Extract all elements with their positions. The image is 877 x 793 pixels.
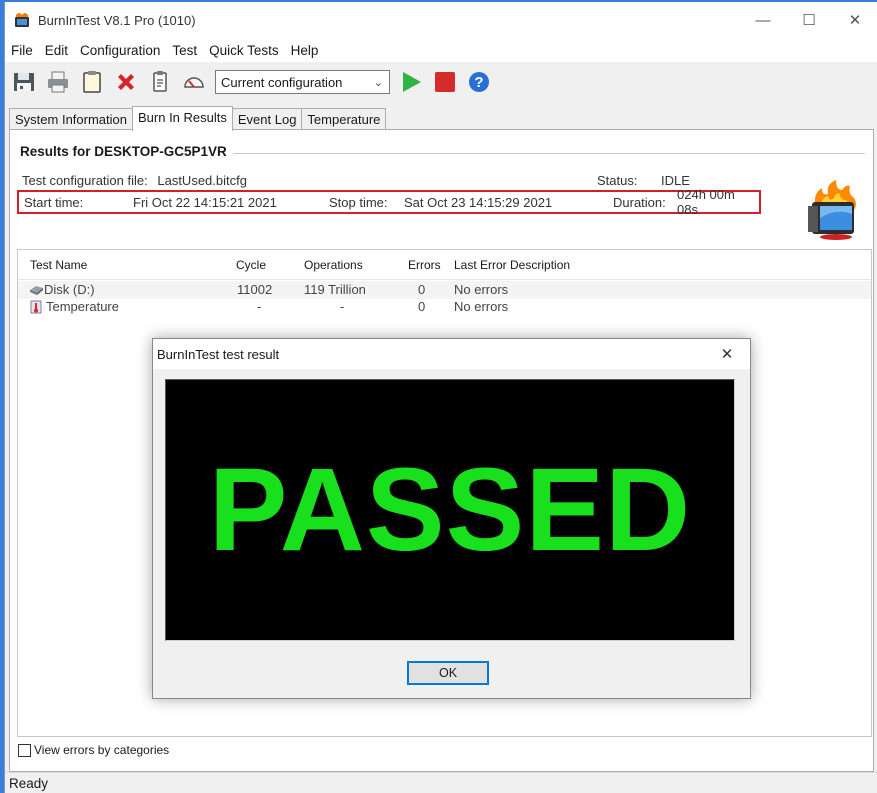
result-text: PASSED	[208, 444, 692, 576]
tab-event-log[interactable]: Event Log	[231, 108, 303, 130]
tab-system-information[interactable]: System Information	[9, 108, 133, 130]
svg-text:?: ?	[474, 74, 483, 91]
column-operations[interactable]: Operations	[304, 258, 363, 272]
report-icon	[153, 71, 167, 92]
tab-temperature[interactable]: Temperature	[301, 108, 387, 130]
menu-edit[interactable]: Edit	[45, 43, 68, 58]
configuration-select-value: Current configuration	[221, 74, 343, 90]
stop-time-label: Stop time:	[329, 194, 388, 210]
tab-strip: System Information Burn In Results Event…	[9, 106, 387, 131]
column-test-name[interactable]: Test Name	[30, 258, 87, 272]
dialog-close-button[interactable]: ✕	[704, 339, 750, 369]
start-time-value: Fri Oct 22 14:15:21 2021	[133, 194, 277, 210]
result-display: PASSED	[165, 379, 735, 641]
menu-test[interactable]: Test	[172, 43, 197, 58]
errors-value: 0	[418, 282, 426, 297]
menu-bar: File Edit Configuration Test Quick Tests…	[5, 38, 877, 62]
errors-value: 0	[418, 299, 426, 314]
start-time-label: Start time:	[24, 194, 84, 210]
cycle-value: -	[257, 299, 262, 314]
time-summary-highlight: Start time: Fri Oct 22 14:15:21 2021 Sto…	[17, 187, 761, 217]
config-file-value: LastUsed.bitcfg	[157, 173, 247, 188]
dialog-title: BurnInTest test result	[157, 346, 280, 362]
duration-value: 024h 00m 08s	[677, 187, 735, 217]
tab-burn-in-results[interactable]: Burn In Results	[132, 106, 233, 131]
status-bar-text: Ready	[9, 776, 49, 791]
configuration-select[interactable]: Current configuration ⌄	[215, 70, 390, 94]
clear-button[interactable]	[111, 67, 141, 97]
test-result-dialog: BurnInTest test result ✕ PASSED OK	[152, 338, 751, 699]
menu-file[interactable]: File	[11, 43, 33, 58]
save-icon	[14, 73, 34, 91]
save-button[interactable]	[9, 67, 39, 97]
burnintest-logo-icon	[806, 180, 862, 240]
maximize-button[interactable]: ☐	[786, 2, 832, 38]
cycle-value: 11002	[237, 282, 273, 297]
status-value: IDLE	[661, 173, 690, 188]
view-errors-label: View errors by categories	[34, 743, 170, 757]
dialog-title-bar[interactable]: BurnInTest test result ✕	[153, 339, 750, 369]
stop-test-button[interactable]	[430, 67, 460, 97]
thermometer-icon	[30, 300, 42, 313]
table-row[interactable]: Disk (D:) 11002 119 Trillion 0 No errors	[18, 281, 871, 299]
help-icon: ?	[469, 72, 489, 92]
status-bar: Ready	[5, 772, 877, 793]
printer-icon	[48, 71, 68, 93]
view-errors-checkbox[interactable]	[18, 743, 31, 757]
config-file-label: Test configuration file:	[22, 173, 148, 188]
clipboard-icon	[83, 71, 101, 93]
table-row[interactable]: Temperature - - 0 No errors	[18, 298, 871, 316]
help-button[interactable]: ?	[464, 67, 494, 97]
window-title: BurnInTest V8.1 Pro (1010)	[38, 12, 196, 28]
view-errors-option[interactable]: View errors by categories	[18, 743, 169, 757]
toolbar: Current configuration ⌄ ?	[5, 62, 877, 102]
chevron-down-icon: ⌄	[373, 76, 383, 89]
close-button[interactable]: ✕	[832, 2, 877, 38]
test-name: Temperature	[46, 299, 119, 314]
column-errors[interactable]: Errors	[408, 258, 441, 272]
copy-button[interactable]	[77, 67, 107, 97]
title-bar[interactable]: BurnInTest V8.1 Pro (1010) — ☐ ✕	[5, 2, 877, 38]
menu-quick-tests[interactable]: Quick Tests	[209, 43, 279, 58]
operations-value: -	[340, 299, 345, 314]
results-title: Results for DESKTOP-GC5P1VR	[20, 144, 233, 159]
config-file-row: Test configuration file: LastUsed.bitcfg	[22, 173, 247, 188]
print-button[interactable]	[43, 67, 73, 97]
ok-button[interactable]: OK	[407, 661, 489, 685]
duration-label: Duration:	[613, 194, 666, 210]
column-cycle[interactable]: Cycle	[236, 258, 266, 272]
menu-help[interactable]: Help	[291, 43, 319, 58]
column-last-error-description[interactable]: Last Error Description	[454, 258, 570, 272]
status-label: Status:	[597, 173, 638, 188]
stop-icon	[435, 72, 455, 92]
minimize-button[interactable]: —	[740, 2, 786, 38]
test-name: Disk (D:)	[44, 282, 95, 297]
report-button[interactable]	[145, 67, 175, 97]
last-error-value: No errors	[454, 282, 509, 297]
menu-configuration[interactable]: Configuration	[80, 43, 160, 58]
gauge-icon	[184, 77, 204, 88]
table-header: Test Name Cycle Operations Errors Last E…	[18, 250, 871, 280]
last-error-value: No errors	[454, 299, 509, 314]
delete-icon	[118, 74, 134, 90]
app-icon	[13, 12, 31, 28]
disk-icon	[30, 285, 43, 295]
operations-value: 119 Trillion	[304, 282, 366, 297]
stop-time-value: Sat Oct 23 14:15:29 2021	[404, 194, 553, 210]
duty-cycle-button[interactable]	[179, 67, 209, 97]
play-icon	[403, 72, 421, 92]
start-test-button[interactable]	[396, 67, 426, 97]
